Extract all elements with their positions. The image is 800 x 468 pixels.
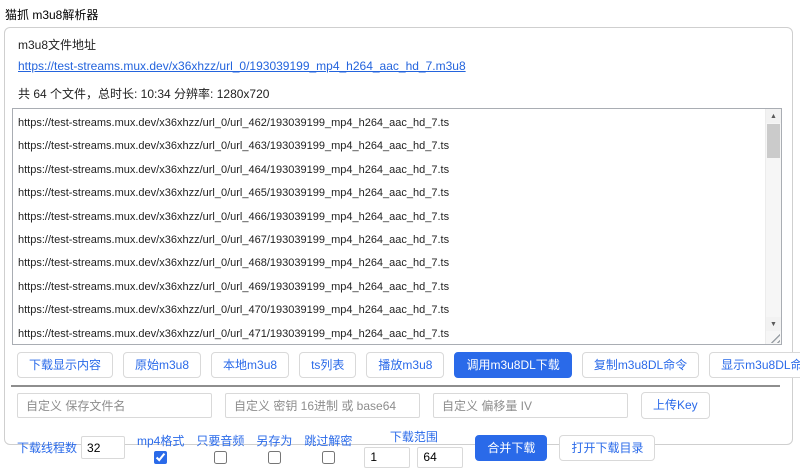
threads-input[interactable] xyxy=(81,436,126,460)
section-divider xyxy=(11,385,780,388)
save-as-label: 另存为 xyxy=(256,433,293,448)
audio-only-group: 只要音频 xyxy=(196,432,244,464)
download-range-label: 下载范围 xyxy=(389,429,438,444)
scroll-down-icon[interactable]: ▼ xyxy=(766,317,781,331)
ts-list-button[interactable]: ts列表 xyxy=(299,352,357,379)
download-range-group: 下载范围 xyxy=(364,428,464,468)
mp4-format-group: mp4格式 xyxy=(137,432,184,464)
scroll-up-icon[interactable]: ▲ xyxy=(766,109,781,123)
audio-only-checkbox[interactable] xyxy=(213,450,227,464)
original-m3u8-button[interactable]: 原始m3u8 xyxy=(123,352,202,379)
page-title: 猫抓 m3u8解析器 xyxy=(5,8,99,22)
m3u8-url-label: m3u8文件地址 xyxy=(18,38,97,52)
upload-key-button[interactable]: 上传Key xyxy=(641,392,710,419)
threads-group: 下载线程数 xyxy=(17,436,126,460)
key-input[interactable] xyxy=(225,393,420,419)
range-start-input[interactable] xyxy=(364,446,411,468)
range-end-input[interactable] xyxy=(417,446,464,468)
filename-input[interactable] xyxy=(17,393,212,419)
mp4-format-label: mp4格式 xyxy=(137,433,185,448)
skip-decrypt-group: 跳过解密 xyxy=(304,432,352,464)
download-options-row: 下载线程数 mp4格式 只要音频 另存为 跳过解密 下载范围 合并下载 xyxy=(17,428,782,468)
toolbar: 下载显示内容 原始m3u8 本地m3u8 ts列表 播放m3u8 调用m3u8D… xyxy=(17,352,800,379)
download-content-button[interactable]: 下载显示内容 xyxy=(17,352,114,379)
ts-list-textarea[interactable]: https://test-streams.mux.dev/x36xhzz/url… xyxy=(13,109,765,344)
invoke-m3u8dl-button[interactable]: 调用m3u8DL下载 xyxy=(454,352,572,379)
scrollbar-thumb[interactable] xyxy=(767,124,780,158)
local-m3u8-button[interactable]: 本地m3u8 xyxy=(211,352,290,379)
range-inputs xyxy=(364,446,464,468)
show-m3u8dl-button[interactable]: 显示m3u8DL命令 xyxy=(709,352,800,379)
skip-decrypt-checkbox[interactable] xyxy=(321,450,335,464)
parser-panel: m3u8文件地址 https://test-streams.mux.dev/x3… xyxy=(4,27,800,468)
save-as-group: 另存为 xyxy=(256,432,292,464)
threads-label: 下载线程数 xyxy=(17,441,78,456)
play-m3u8-button[interactable]: 播放m3u8 xyxy=(366,352,445,379)
iv-input[interactable] xyxy=(433,393,628,419)
m3u8-url-link[interactable]: https://test-streams.mux.dev/x36xhzz/url… xyxy=(18,59,466,73)
save-as-checkbox[interactable] xyxy=(267,450,281,464)
file-info-line: 共 64 个文件，总时长: 10:34 分辨率: 1280x720 xyxy=(18,87,270,101)
copy-m3u8dl-button[interactable]: 复制m3u8DL命令 xyxy=(581,352,700,379)
merge-download-button[interactable]: 合并下载 xyxy=(475,434,548,461)
textarea-scrollbar[interactable]: ▲ ▼ xyxy=(765,109,781,344)
skip-decrypt-label: 跳过解密 xyxy=(304,433,353,448)
mp4-format-checkbox[interactable] xyxy=(154,450,168,464)
audio-only-label: 只要音频 xyxy=(196,433,245,448)
ts-list-box: https://test-streams.mux.dev/x36xhzz/url… xyxy=(12,108,782,345)
custom-inputs-row: 上传Key xyxy=(17,392,782,419)
open-download-dir-button[interactable]: 打开下载目录 xyxy=(559,434,656,461)
